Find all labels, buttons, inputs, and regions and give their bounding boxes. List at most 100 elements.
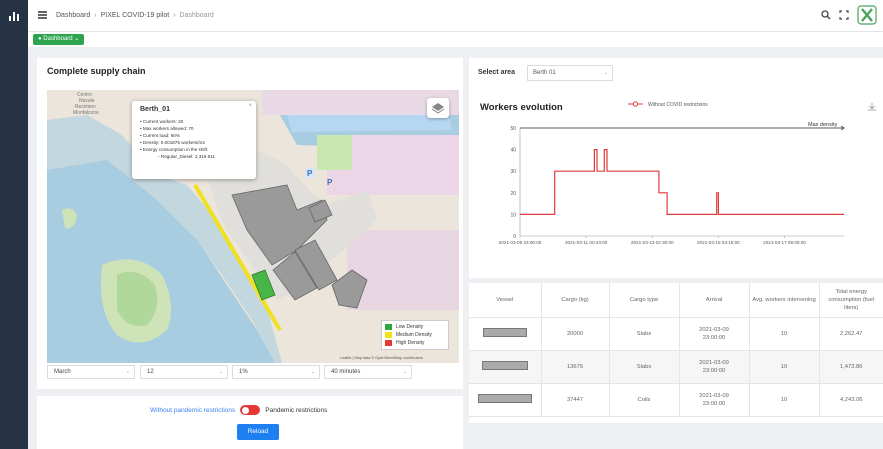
x-tick-label: 2021-03-17 06:00:00 xyxy=(763,240,806,245)
column-header[interactable]: Cargo (kg) xyxy=(541,283,610,318)
close-icon[interactable]: × xyxy=(248,103,252,109)
reload-button[interactable]: Reload xyxy=(237,424,279,440)
top-icons xyxy=(821,5,877,25)
dashboard-row: ● Dashboard ⌄ xyxy=(28,32,883,47)
legend-label: Medium Density xyxy=(396,332,432,338)
arrival-cell: 2021-03-09 23:00:00 xyxy=(679,383,750,417)
month-select[interactable]: March ⌄ xyxy=(47,365,135,379)
map-attribution[interactable]: Leaflet | Map data © OpenStreetMap contr… xyxy=(340,356,423,360)
chevron-down-icon: ⌄ xyxy=(603,70,608,76)
without-restrictions-label: Without pandemic restrictions xyxy=(150,406,236,414)
dashboard-dropdown-button[interactable]: ● Dashboard ⌄ xyxy=(33,34,85,45)
berth-popup: × Berth_01 Current workers: 20 Max worke… xyxy=(132,101,256,179)
legend-swatch xyxy=(385,340,392,346)
y-tick-label: 40 xyxy=(510,148,516,154)
parking-icon: P xyxy=(307,169,313,178)
x-tick-label: 2021-03-11 00:43:00 xyxy=(565,240,608,245)
x-tick-label: 2021-03-15 04:15:00 xyxy=(697,240,740,245)
cargo-type-cell: Coils xyxy=(609,383,680,417)
arrival-cell: 2021-03-09 23:00:00 xyxy=(679,317,750,351)
map-layers-button[interactable] xyxy=(427,98,449,118)
legend-label: High Density xyxy=(396,340,425,346)
restrictions-card xyxy=(37,396,463,449)
column-header[interactable]: Vessel xyxy=(469,283,542,318)
chart-legend-label[interactable]: Without COVID restrictions xyxy=(648,102,708,108)
cargo-type-cell: Slabs xyxy=(609,317,680,351)
y-tick-label: 10 xyxy=(510,212,516,218)
legend-row: High Density xyxy=(385,339,445,347)
supply-chain-title: Complete supply chain xyxy=(47,66,146,76)
column-header[interactable]: Total energy consumption (fuel liters) xyxy=(819,283,883,318)
table-row[interactable]: 13675 Slabs 2021-03-09 23:00:00 10 1,473… xyxy=(469,350,883,384)
workers-cell: 10 xyxy=(749,317,820,351)
table-row[interactable]: 37447 Coils 2021-03-09 23:00:00 10 4,243… xyxy=(469,383,883,417)
popup-item: Density: 0.001875 workers/m2 xyxy=(140,139,248,146)
select-area-value: Berth 01 xyxy=(533,70,556,76)
pixel-logo-icon xyxy=(857,5,877,25)
popup-item: Energy consumption in the shift: xyxy=(140,146,248,153)
density-legend: Low Density Medium Density High Density xyxy=(381,320,449,350)
duration-select-value: 40 minutes xyxy=(331,369,361,375)
table-header-row: Vessel Cargo (kg) Cargo type Arrival Avg… xyxy=(469,283,883,318)
legend-marker xyxy=(632,101,639,107)
redacted-box xyxy=(481,360,528,370)
search-icon[interactable] xyxy=(821,10,831,20)
column-header[interactable]: Cargo type xyxy=(609,283,680,318)
energy-cell: 4,243.06 xyxy=(819,383,883,417)
cargo-type-cell: Slabs xyxy=(609,350,680,384)
popup-list: Current workers: 20 Max workers allowed:… xyxy=(140,118,248,160)
workers-chart: Workers evolution Without COVID restrict… xyxy=(480,101,876,245)
series-line[interactable] xyxy=(520,149,844,215)
vessel-table: Vessel Cargo (kg) Cargo type Arrival Avg… xyxy=(469,283,883,417)
popup-item: Current workers: 20 xyxy=(140,118,248,125)
legend-label: Low Density xyxy=(396,324,424,330)
breadcrumb: Dashboard › PIXEL COVID-19 pilot › Dashb… xyxy=(38,11,214,19)
with-restrictions-label: Pandemic restrictions xyxy=(265,406,328,414)
chart-logo-icon[interactable] xyxy=(8,10,20,22)
day-select[interactable]: 12 ⌄ xyxy=(140,365,228,379)
vessel-name-redacted xyxy=(469,317,542,351)
sidebar xyxy=(0,0,28,449)
energy-cell: 2,262.47 xyxy=(819,317,883,351)
popup-item: Max workers allowed: 70 xyxy=(140,125,248,132)
popup-item: Current load: 60% xyxy=(140,132,248,139)
workers-cell: 10 xyxy=(749,383,820,417)
column-header[interactable]: Avg. workers intervening xyxy=(749,283,820,318)
y-tick-label: 30 xyxy=(510,169,516,175)
breadcrumb-separator-icon: › xyxy=(173,11,176,19)
chevron-down-icon: ⌄ xyxy=(310,369,315,375)
popup-title: Berth_01 xyxy=(140,106,170,113)
chevron-down-icon: ⌄ xyxy=(402,369,407,375)
breadcrumb-current: Dashboard xyxy=(179,11,214,19)
max-density-label: Max density xyxy=(808,122,838,128)
percent-select[interactable]: 1% ⌄ xyxy=(232,365,320,379)
restrictions-toggle[interactable] xyxy=(240,405,261,415)
x-tick-label: 2021-03-13 02:30:00 xyxy=(631,240,674,245)
legend-row: Low Density xyxy=(385,323,445,331)
month-select-value: March xyxy=(54,369,71,375)
column-header[interactable]: Arrival xyxy=(679,283,750,318)
fullscreen-icon[interactable] xyxy=(839,10,849,20)
chevron-down-icon: ⌄ xyxy=(218,369,223,375)
y-tick-label: 20 xyxy=(510,191,516,197)
menu-icon[interactable] xyxy=(38,11,47,19)
download-icon[interactable] xyxy=(868,103,876,111)
x-tick-label: 2021-03-09 23:00:00 xyxy=(499,240,542,245)
energy-cell: 1,473.86 xyxy=(819,350,883,384)
restrictions-toggle-row: Without pandemic restrictions Pandemic r… xyxy=(150,405,327,415)
vessel-name-redacted xyxy=(469,350,542,384)
day-select-value: 12 xyxy=(147,369,154,375)
select-area-dropdown[interactable]: Berth 01 ⌄ xyxy=(527,65,613,81)
chevron-down-icon: ⌄ xyxy=(125,369,130,375)
top-bar: Dashboard › PIXEL COVID-19 pilot › Dashb… xyxy=(28,0,883,32)
table-row[interactable]: 20000 Slabs 2021-03-09 23:00:00 10 2,262… xyxy=(469,317,883,351)
percent-select-value: 1% xyxy=(239,369,248,375)
workers-cell: 10 xyxy=(749,350,820,384)
duration-select[interactable]: 40 minutes ⌄ xyxy=(324,365,412,379)
arrival-cell: 2021-03-09 23:00:00 xyxy=(679,350,750,384)
popup-sub-item: Regular_Diesel: 2,319.611 xyxy=(140,153,248,160)
layers-icon xyxy=(431,103,445,114)
breadcrumb-home[interactable]: Dashboard xyxy=(56,12,90,19)
breadcrumb-pilot[interactable]: PIXEL COVID-19 pilot xyxy=(101,12,170,19)
parking-icon: P xyxy=(327,178,333,187)
